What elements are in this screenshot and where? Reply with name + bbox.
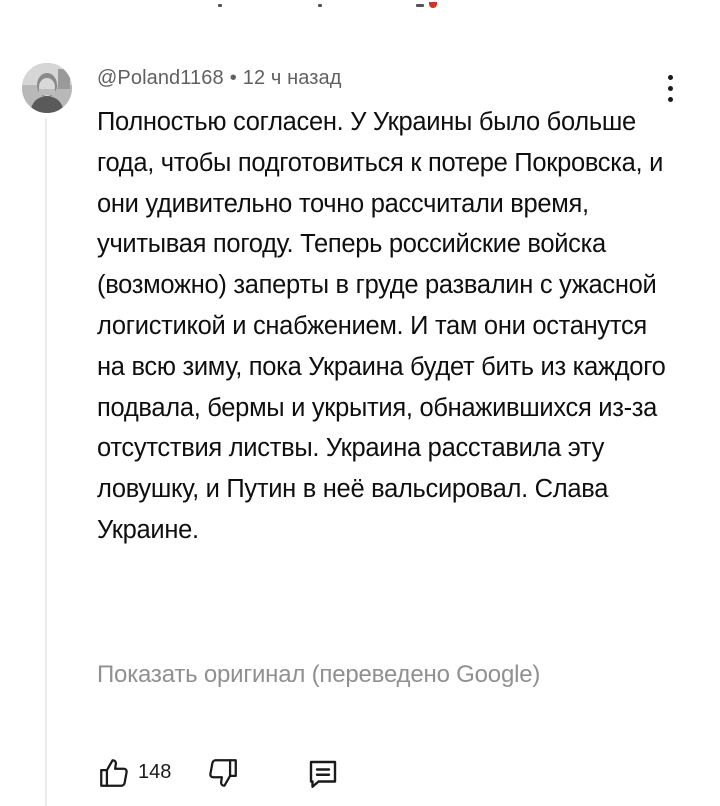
thumbs-up-icon (97, 756, 131, 790)
comment-reply-icon (305, 756, 341, 792)
meta-separator: • (229, 67, 237, 89)
author-handle[interactable]: @Poland1168 (97, 67, 224, 89)
dislike-button[interactable] (202, 752, 246, 796)
comment-meta: @Poland1168 • 12 ч назад (97, 67, 341, 90)
more-vertical-icon[interactable] (658, 72, 682, 106)
reply-button[interactable] (301, 752, 345, 796)
comment-text: Полностью согласен. У Украины было больш… (97, 108, 666, 544)
avatar[interactable] (22, 63, 72, 113)
thumbs-down-icon (206, 756, 240, 790)
comment-timestamp[interactable]: 12 ч назад (243, 67, 342, 89)
comment: @Poland1168 • 12 ч назад Полностью согласе… (0, 0, 720, 806)
show-original-link[interactable]: Показать оригинал (переведено Google) (97, 661, 540, 689)
like-count: 148 (138, 761, 172, 783)
comment-actions: 148 (97, 752, 417, 796)
like-button[interactable]: 148 (97, 752, 187, 796)
